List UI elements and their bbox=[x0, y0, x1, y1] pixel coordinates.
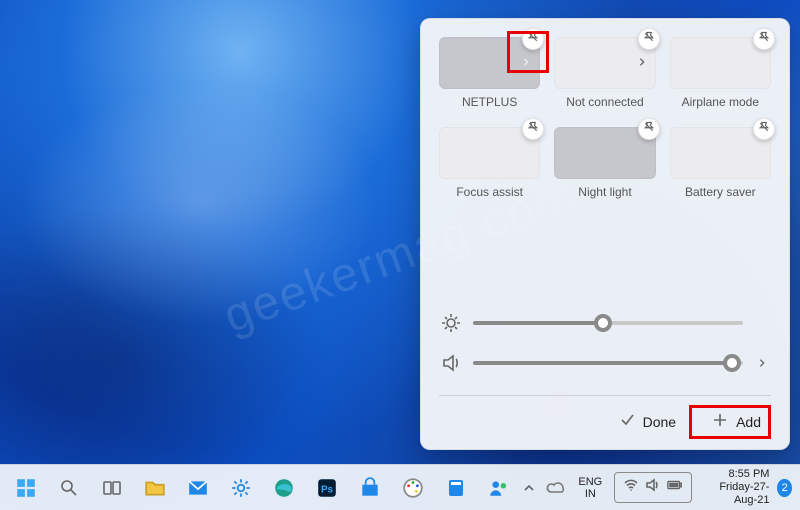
tile-wrap-battery: Battery saver bbox=[670, 127, 771, 199]
unpin-icon bbox=[643, 120, 655, 138]
notifications-button[interactable]: 2 bbox=[777, 479, 792, 497]
battery-tray-icon bbox=[667, 477, 683, 498]
brightness-thumb[interactable] bbox=[594, 314, 612, 332]
calculator-button[interactable] bbox=[436, 468, 476, 508]
tile-wrap-focus: Focus assist bbox=[439, 127, 540, 199]
volume-thumb[interactable] bbox=[723, 354, 741, 372]
taskbar-clock[interactable]: 8:55 PM Friday-27-Aug-21 bbox=[700, 468, 769, 507]
edge-browser-button[interactable] bbox=[264, 468, 304, 508]
onedrive-tray-icon[interactable] bbox=[546, 481, 566, 495]
clock-date: Friday-27-Aug-21 bbox=[700, 481, 769, 507]
volume-slider-row bbox=[439, 343, 771, 383]
unpin-icon bbox=[527, 30, 539, 48]
add-button[interactable]: Add bbox=[702, 408, 771, 435]
taskbar-right: ENG IN 8:55 PM Friday-27-Aug-21 2 bbox=[519, 468, 800, 508]
taskbar-left: Ps bbox=[0, 468, 519, 508]
lang-line2: IN bbox=[578, 488, 602, 500]
volume-slider[interactable] bbox=[473, 361, 743, 365]
unpin-wifi-button[interactable] bbox=[522, 28, 544, 50]
unpin-icon bbox=[758, 30, 770, 48]
start-button[interactable] bbox=[6, 468, 46, 508]
focus-tile-label: Focus assist bbox=[456, 185, 523, 199]
quick-settings-tiles-row2: Focus assist Night light bbox=[439, 127, 771, 199]
people-app-button[interactable] bbox=[479, 468, 519, 508]
unpin-icon bbox=[758, 120, 770, 138]
file-explorer-button[interactable] bbox=[135, 468, 175, 508]
chevron-right-icon[interactable] bbox=[637, 56, 647, 70]
unpin-battery-button[interactable] bbox=[753, 118, 775, 140]
quick-settings-tiles-row1: NETPLUS Not connected bbox=[439, 37, 771, 109]
svg-text:Ps: Ps bbox=[321, 484, 334, 495]
unpin-icon bbox=[643, 30, 655, 48]
bluetooth-tile-label: Not connected bbox=[566, 95, 643, 109]
tray-overflow-button[interactable] bbox=[519, 468, 538, 508]
unpin-icon bbox=[527, 120, 539, 138]
wifi-tile-label: NETPLUS bbox=[462, 95, 517, 109]
settings-app-button[interactable] bbox=[221, 468, 261, 508]
tile-wrap-bluetooth: Not connected bbox=[554, 37, 655, 109]
store-button[interactable] bbox=[350, 468, 390, 508]
unpin-airplane-button[interactable] bbox=[753, 28, 775, 50]
tile-wrap-airplane: Airplane mode bbox=[670, 37, 771, 109]
lang-line1: ENG bbox=[578, 476, 602, 488]
check-icon bbox=[619, 412, 635, 431]
done-label: Done bbox=[643, 414, 676, 430]
brightness-slider-row bbox=[439, 303, 771, 343]
brightness-slider[interactable] bbox=[473, 321, 743, 325]
panel-footer: Done Add bbox=[439, 395, 771, 435]
volume-tray-icon bbox=[645, 477, 661, 498]
quick-settings-panel: NETPLUS Not connected bbox=[420, 18, 790, 450]
volume-expand-button[interactable] bbox=[755, 355, 769, 371]
sliders-section bbox=[439, 303, 771, 383]
airplane-tile-label: Airplane mode bbox=[682, 95, 759, 109]
wifi-tray-icon bbox=[623, 477, 639, 498]
done-button[interactable]: Done bbox=[609, 408, 686, 435]
system-tray-network-volume-battery[interactable] bbox=[614, 472, 692, 503]
notif-count: 2 bbox=[782, 482, 788, 494]
language-switcher[interactable]: ENG IN bbox=[574, 476, 606, 500]
unpin-bluetooth-button[interactable] bbox=[638, 28, 660, 50]
volume-icon bbox=[441, 353, 461, 373]
volume-fill bbox=[473, 361, 732, 365]
add-label: Add bbox=[736, 414, 761, 430]
task-view-button[interactable] bbox=[92, 468, 132, 508]
clock-time: 8:55 PM bbox=[700, 468, 769, 481]
brightness-fill bbox=[473, 321, 603, 325]
tile-wrap-nightlight: Night light bbox=[554, 127, 655, 199]
unpin-focus-button[interactable] bbox=[522, 118, 544, 140]
plus-icon bbox=[712, 412, 728, 431]
search-button[interactable] bbox=[49, 468, 89, 508]
mail-app-button[interactable] bbox=[178, 468, 218, 508]
taskbar: Ps ENG IN bbox=[0, 464, 800, 510]
paint-app-button[interactable] bbox=[393, 468, 433, 508]
nightlight-tile-label: Night light bbox=[578, 185, 631, 199]
chevron-right-icon[interactable] bbox=[521, 56, 531, 70]
battery-tile-label: Battery saver bbox=[685, 185, 756, 199]
unpin-nightlight-button[interactable] bbox=[638, 118, 660, 140]
brightness-icon bbox=[441, 313, 461, 333]
tile-wrap-wifi: NETPLUS bbox=[439, 37, 540, 109]
photoshop-button[interactable]: Ps bbox=[307, 468, 347, 508]
